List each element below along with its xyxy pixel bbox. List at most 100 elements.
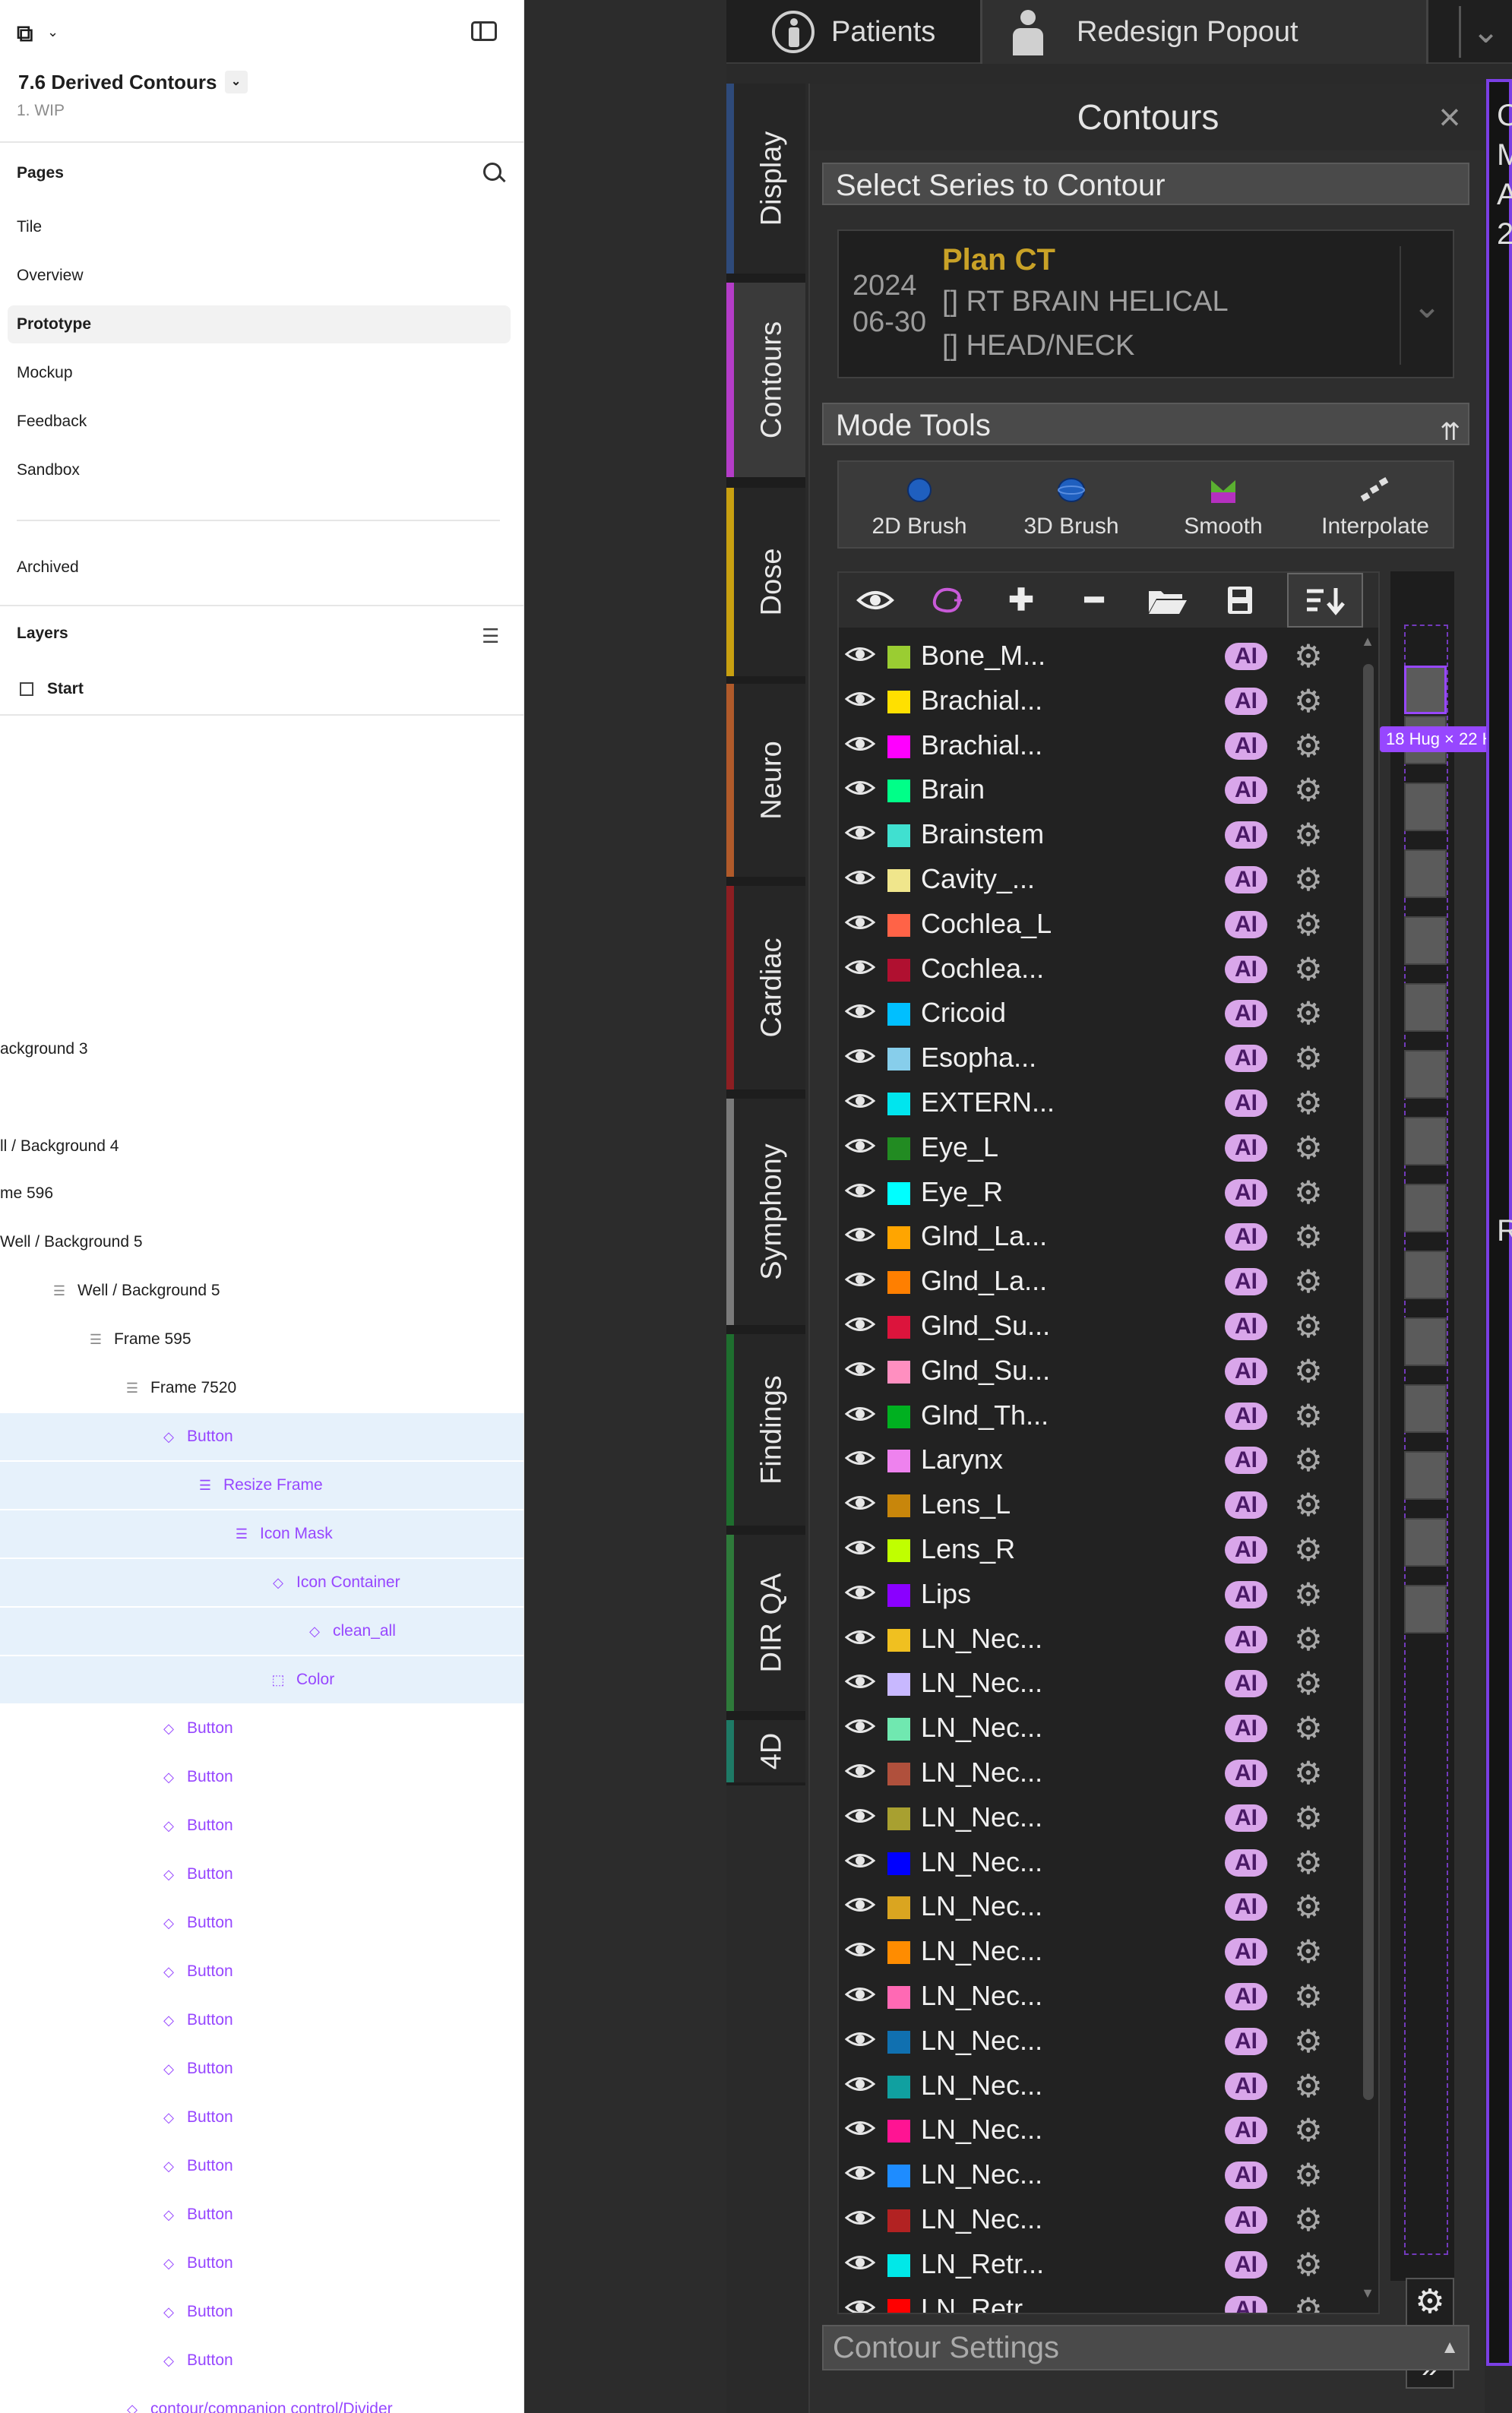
structure-row[interactable]: Glnd_Su... AI ⚙ (839, 1349, 1355, 1393)
side-tab-cardiac[interactable]: Cardiac (726, 886, 805, 1089)
structure-color-swatch[interactable] (887, 1539, 910, 1562)
ai-badge[interactable]: AI (1225, 1402, 1267, 1430)
companion-control-cell[interactable] (1404, 1518, 1447, 1567)
structure-color-swatch[interactable] (887, 1807, 910, 1830)
structure-row[interactable]: LN_Nec... AI ⚙ (839, 1706, 1355, 1750)
side-tab-symphony[interactable]: Symphony (726, 1099, 805, 1325)
eye-icon[interactable] (845, 1359, 875, 1379)
gear-icon[interactable]: ⚙ (1293, 1668, 1324, 1700)
structure-row[interactable]: LN_Nec... AI ⚙ (839, 1617, 1355, 1662)
gear-icon[interactable]: ⚙ (1293, 1042, 1324, 1074)
ai-badge[interactable]: AI (1225, 1804, 1267, 1832)
structure-color-swatch[interactable] (887, 1896, 910, 1920)
chevron-down-icon[interactable]: ⌄ (1400, 246, 1453, 365)
3d-brush-button[interactable]: 3D Brush (995, 462, 1147, 550)
structure-color-swatch[interactable] (887, 1763, 910, 1785)
structure-color-swatch[interactable] (887, 1316, 910, 1339)
side-tab-neuro[interactable]: Neuro (726, 684, 805, 877)
layer-row[interactable]: ◇ contour/companion control/Divider (0, 2386, 524, 2413)
structure-row[interactable]: Glnd_Th... AI ⚙ (839, 1393, 1355, 1438)
companion-control-cell[interactable] (1404, 1184, 1447, 1232)
structure-color-swatch[interactable] (887, 1181, 910, 1205)
gear-icon[interactable]: ⚙ (1293, 1266, 1324, 1298)
eye-icon[interactable] (845, 823, 875, 843)
close-icon[interactable]: × (1430, 97, 1469, 137)
ai-badge[interactable]: AI (1225, 2250, 1267, 2279)
eye-icon[interactable] (845, 1046, 875, 1066)
structure-row[interactable]: Glnd_Su... AI ⚙ (839, 1304, 1355, 1349)
gear-icon[interactable]: ⚙ (1293, 2114, 1324, 2146)
gear-icon[interactable]: ⚙ (1293, 1713, 1324, 1744)
ai-badge[interactable]: AI (1225, 955, 1267, 983)
eye-icon[interactable] (845, 1851, 875, 1871)
page-item[interactable]: Overview (8, 257, 511, 295)
structure-color-swatch[interactable] (887, 2209, 910, 2232)
gear-icon[interactable]: ⚙ (1293, 1311, 1324, 1342)
ai-badge[interactable]: AI (1225, 2027, 1267, 2055)
tab-patients[interactable]: Patients (772, 0, 947, 64)
layer-row[interactable]: ◇ Button (0, 1997, 524, 2044)
companion-control-cell[interactable] (1404, 783, 1447, 831)
layer-row[interactable]: ◇ Button (0, 1413, 524, 1460)
eye-icon[interactable] (845, 778, 875, 798)
eye-icon[interactable] (845, 1761, 875, 1781)
structure-row[interactable]: Glnd_La... AI ⚙ (839, 1214, 1355, 1259)
structure-row[interactable]: LN_Nec... AI ⚙ (839, 1661, 1355, 1706)
gear-icon[interactable]: ⚙ (1293, 1176, 1324, 1208)
structure-row[interactable]: LN_Retr... AI ⚙ (839, 2242, 1355, 2287)
gear-icon[interactable]: ⚙ (1293, 1087, 1324, 1119)
gear-icon[interactable]: ⚙ (1293, 1623, 1324, 1655)
gear-icon[interactable]: ⚙ (1293, 640, 1324, 672)
eye-icon[interactable] (845, 1671, 875, 1691)
eye-icon[interactable] (845, 1940, 875, 1959)
structure-color-swatch[interactable] (887, 2120, 910, 2143)
sort-descending-icon[interactable] (1287, 573, 1363, 628)
eye-icon[interactable] (845, 957, 875, 977)
side-tab-contours[interactable]: Contours (726, 283, 805, 477)
eye-icon[interactable] (845, 2208, 875, 2228)
structure-row[interactable]: Lips AI ⚙ (839, 1572, 1355, 1617)
layer-row[interactable]: ◇ Button (0, 1899, 524, 1947)
eye-icon[interactable] (845, 1538, 875, 1558)
scroll-thumb[interactable] (1363, 664, 1374, 2100)
page-item-archived[interactable]: Archived (8, 549, 511, 587)
gear-icon[interactable]: ⚙ (1293, 1489, 1324, 1521)
structure-color-swatch[interactable] (887, 1986, 910, 2009)
layer-row[interactable]: ☰ Frame 595 (0, 1316, 524, 1363)
eye-icon[interactable] (845, 1270, 875, 1289)
structure-row[interactable]: LN_Nec... AI ⚙ (839, 1884, 1355, 1929)
structure-color-swatch[interactable] (887, 1673, 910, 1697)
side-tab-dose[interactable]: Dose (726, 488, 805, 676)
ai-badge[interactable]: AI (1225, 2206, 1267, 2234)
ai-badge[interactable]: AI (1225, 1089, 1267, 1117)
gear-icon[interactable]: ⚙ (1293, 1846, 1324, 1878)
ai-badge[interactable]: AI (1225, 776, 1267, 805)
page-item[interactable]: Mockup (8, 354, 511, 392)
structure-color-swatch[interactable] (887, 2253, 910, 2277)
structure-row[interactable]: LN_Nec... AI ⚙ (839, 2197, 1355, 2242)
interpolate-button[interactable]: Interpolate (1299, 462, 1451, 550)
eye-icon[interactable] (845, 1493, 875, 1513)
layer-row[interactable]: Well / Background 5 (0, 1219, 524, 1266)
ai-badge[interactable]: AI (1225, 1447, 1267, 1475)
scroll-up-icon[interactable]: ▲ (1360, 634, 1375, 650)
layer-row[interactable]: ☰ Well / Background 5 (0, 1267, 524, 1314)
structure-row[interactable]: LN_Nec... AI ⚙ (839, 1929, 1355, 1974)
gear-icon[interactable]: ⚙ (1293, 819, 1324, 851)
series-selector[interactable]: 2024 06-30 Plan CT [] RT BRAIN HELICAL [… (837, 229, 1454, 378)
eye-icon[interactable] (845, 1448, 875, 1468)
structure-color-swatch[interactable] (887, 1494, 910, 1518)
page-item[interactable]: Tile (8, 208, 511, 246)
structure-row[interactable]: LN_Nec... AI ⚙ (839, 2152, 1355, 2197)
ai-badge[interactable]: AI (1225, 1491, 1267, 1520)
ai-badge[interactable]: AI (1225, 1000, 1267, 1028)
search-icon[interactable] (483, 163, 501, 181)
sort-icon[interactable]: ⇈ (1440, 410, 1460, 453)
structure-row[interactable]: Brachial... AI ⚙ (839, 723, 1355, 768)
structure-row[interactable]: Brainstem AI ⚙ (839, 812, 1355, 857)
structure-color-swatch[interactable] (887, 1271, 910, 1295)
list-scrollbar[interactable]: ▲ ▼ (1360, 634, 1375, 2305)
structure-color-swatch[interactable] (887, 1003, 910, 1026)
layer-row[interactable]: ⬚ Color (0, 1656, 524, 1703)
ai-badge[interactable]: AI (1225, 1670, 1267, 1698)
